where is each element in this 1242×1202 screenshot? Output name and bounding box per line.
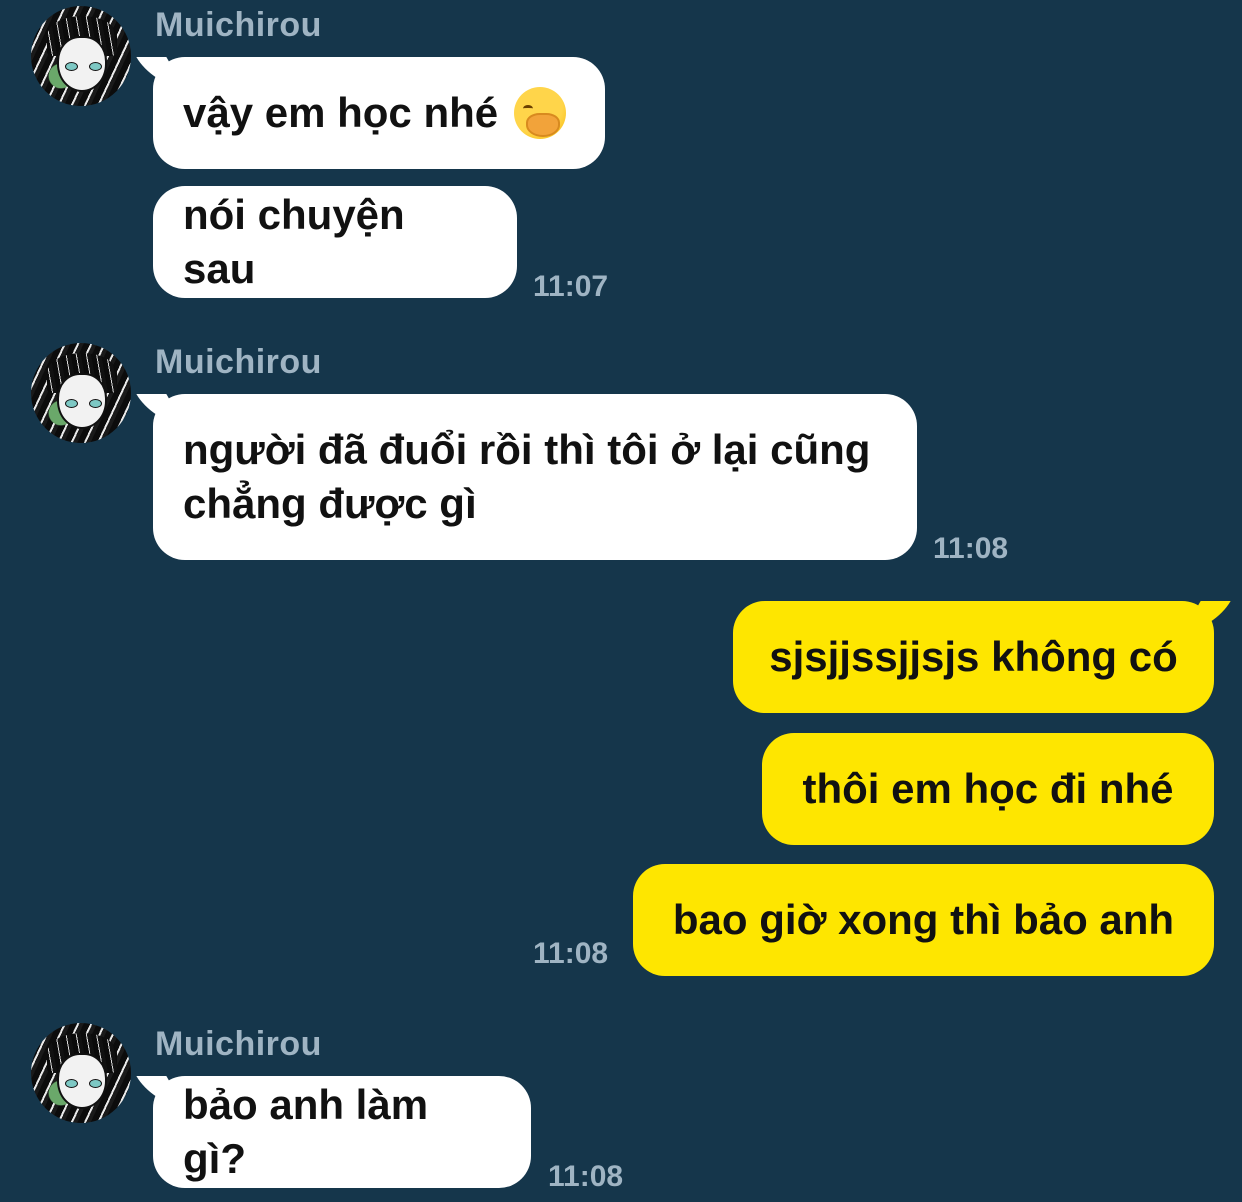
message-text: người đã đuổi rồi thì tôi ở lại cũng chẳ… [183,426,871,527]
message-timestamp: 11:08 [933,532,1009,565]
contact-avatar[interactable] [31,1023,131,1123]
message-bubble-incoming[interactable]: bảo anh làm gì? [153,1076,531,1188]
contact-avatar[interactable] [31,6,131,106]
yawning-face-emoji-icon [514,87,567,139]
avatar-eye [65,399,78,408]
message-text: sjsjjssjjsjs không có [769,633,1178,680]
sender-name: Muichirou [155,343,322,381]
message-bubble-incoming[interactable]: nói chuyện sau [153,186,517,298]
message-text: bao giờ xong thì bảo anh [672,896,1175,943]
contact-avatar[interactable] [31,343,131,443]
message-text: bảo anh làm gì? [183,1081,429,1182]
avatar-eye [89,62,102,71]
message-bubble-outgoing[interactable]: bao giờ xong thì bảo anh [633,864,1214,976]
message-text: thôi em học đi nhé [802,765,1174,812]
avatar-eye [65,1079,78,1088]
message-text: vậy em học nhé [183,89,499,136]
message-text: nói chuyện sau [183,191,405,292]
message-bubble-incoming[interactable]: vậy em học nhé [153,57,605,169]
message-bubble-incoming[interactable]: người đã đuổi rồi thì tôi ở lại cũng chẳ… [153,394,917,560]
message-bubble-outgoing[interactable]: sjsjjssjjsjs không có [733,601,1214,713]
sender-name: Muichirou [155,6,322,44]
message-bubble-outgoing[interactable]: thôi em học đi nhé [762,733,1214,845]
message-timestamp: 11:08 [548,1160,624,1193]
avatar-eye [89,1079,102,1088]
avatar-eye [65,62,78,71]
message-timestamp: 11:07 [533,270,609,303]
sender-name: Muichirou [155,1025,322,1063]
avatar-eye [89,399,102,408]
message-timestamp: 11:08 [533,937,609,970]
